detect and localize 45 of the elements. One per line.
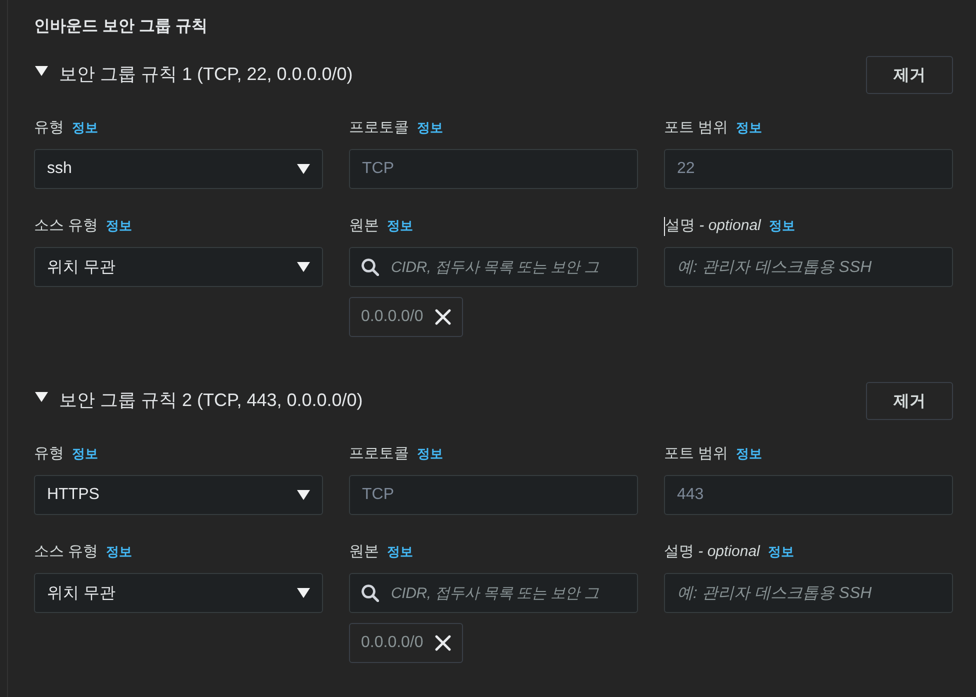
search-field[interactable]: CIDR, 접두사 목록 또는 보안 그	[349, 247, 638, 287]
caret-down-icon	[297, 490, 310, 500]
text-field[interactable]: 예: 관리자 데스크톱용 SSH	[664, 573, 953, 613]
rule-title: 보안 그룹 규칙 1 (TCP, 22, 0.0.0.0/0)	[59, 62, 353, 86]
dropdown-field[interactable]: HTTPS	[34, 475, 323, 515]
field-label: 소스 유형	[34, 542, 98, 562]
dropdown-field[interactable]: 위치 무관	[34, 573, 323, 613]
field-label: 소스 유형	[34, 216, 98, 236]
token-text: 0.0.0.0/0	[361, 634, 424, 652]
search-icon	[361, 258, 379, 276]
remove-button[interactable]: 제거	[866, 382, 953, 420]
info-link[interactable]: 정보	[106, 542, 132, 562]
info-link[interactable]: 정보	[768, 542, 794, 562]
caret-down-icon	[297, 262, 310, 272]
field-label: 포트 범위	[664, 444, 728, 464]
field-label: 프로토콜	[349, 444, 409, 464]
caret-down-icon[interactable]	[35, 392, 48, 402]
field-label: 원본	[349, 216, 379, 236]
info-link[interactable]: 정보	[106, 216, 132, 236]
remove-button[interactable]: 제거	[866, 56, 953, 94]
close-icon[interactable]	[435, 309, 452, 325]
field-label: 설명 - optional	[664, 542, 760, 562]
close-icon[interactable]	[435, 635, 452, 651]
caret-down-icon	[297, 164, 310, 174]
section-heading: 인바운드 보안 그룹 규칙	[34, 17, 208, 37]
info-link[interactable]: 정보	[387, 542, 413, 562]
field-label: 설명 - optional	[665, 216, 761, 236]
dropdown-field[interactable]: ssh	[34, 149, 323, 189]
field-label: 포트 범위	[664, 118, 728, 138]
caret-down-icon	[297, 588, 310, 598]
rule-title: 보안 그룹 규칙 2 (TCP, 443, 0.0.0.0/0)	[59, 388, 363, 412]
token-text: 0.0.0.0/0	[361, 308, 424, 326]
search-icon	[361, 584, 379, 602]
info-link[interactable]: 정보	[387, 216, 413, 236]
caret-down-icon[interactable]	[35, 66, 48, 76]
info-link[interactable]: 정보	[768, 216, 795, 236]
info-link[interactable]: 정보	[72, 444, 98, 464]
field-label: 원본	[349, 542, 379, 562]
field-label: 유형	[34, 444, 64, 464]
dropdown-field[interactable]: 위치 무관	[34, 247, 323, 287]
info-link[interactable]: 정보	[72, 118, 98, 138]
field-label: 프로토콜	[349, 118, 409, 138]
text-field[interactable]: 예: 관리자 데스크톱용 SSH	[664, 247, 953, 287]
search-field[interactable]: CIDR, 접두사 목록 또는 보안 그	[349, 573, 638, 613]
field-label: 유형	[34, 118, 64, 138]
